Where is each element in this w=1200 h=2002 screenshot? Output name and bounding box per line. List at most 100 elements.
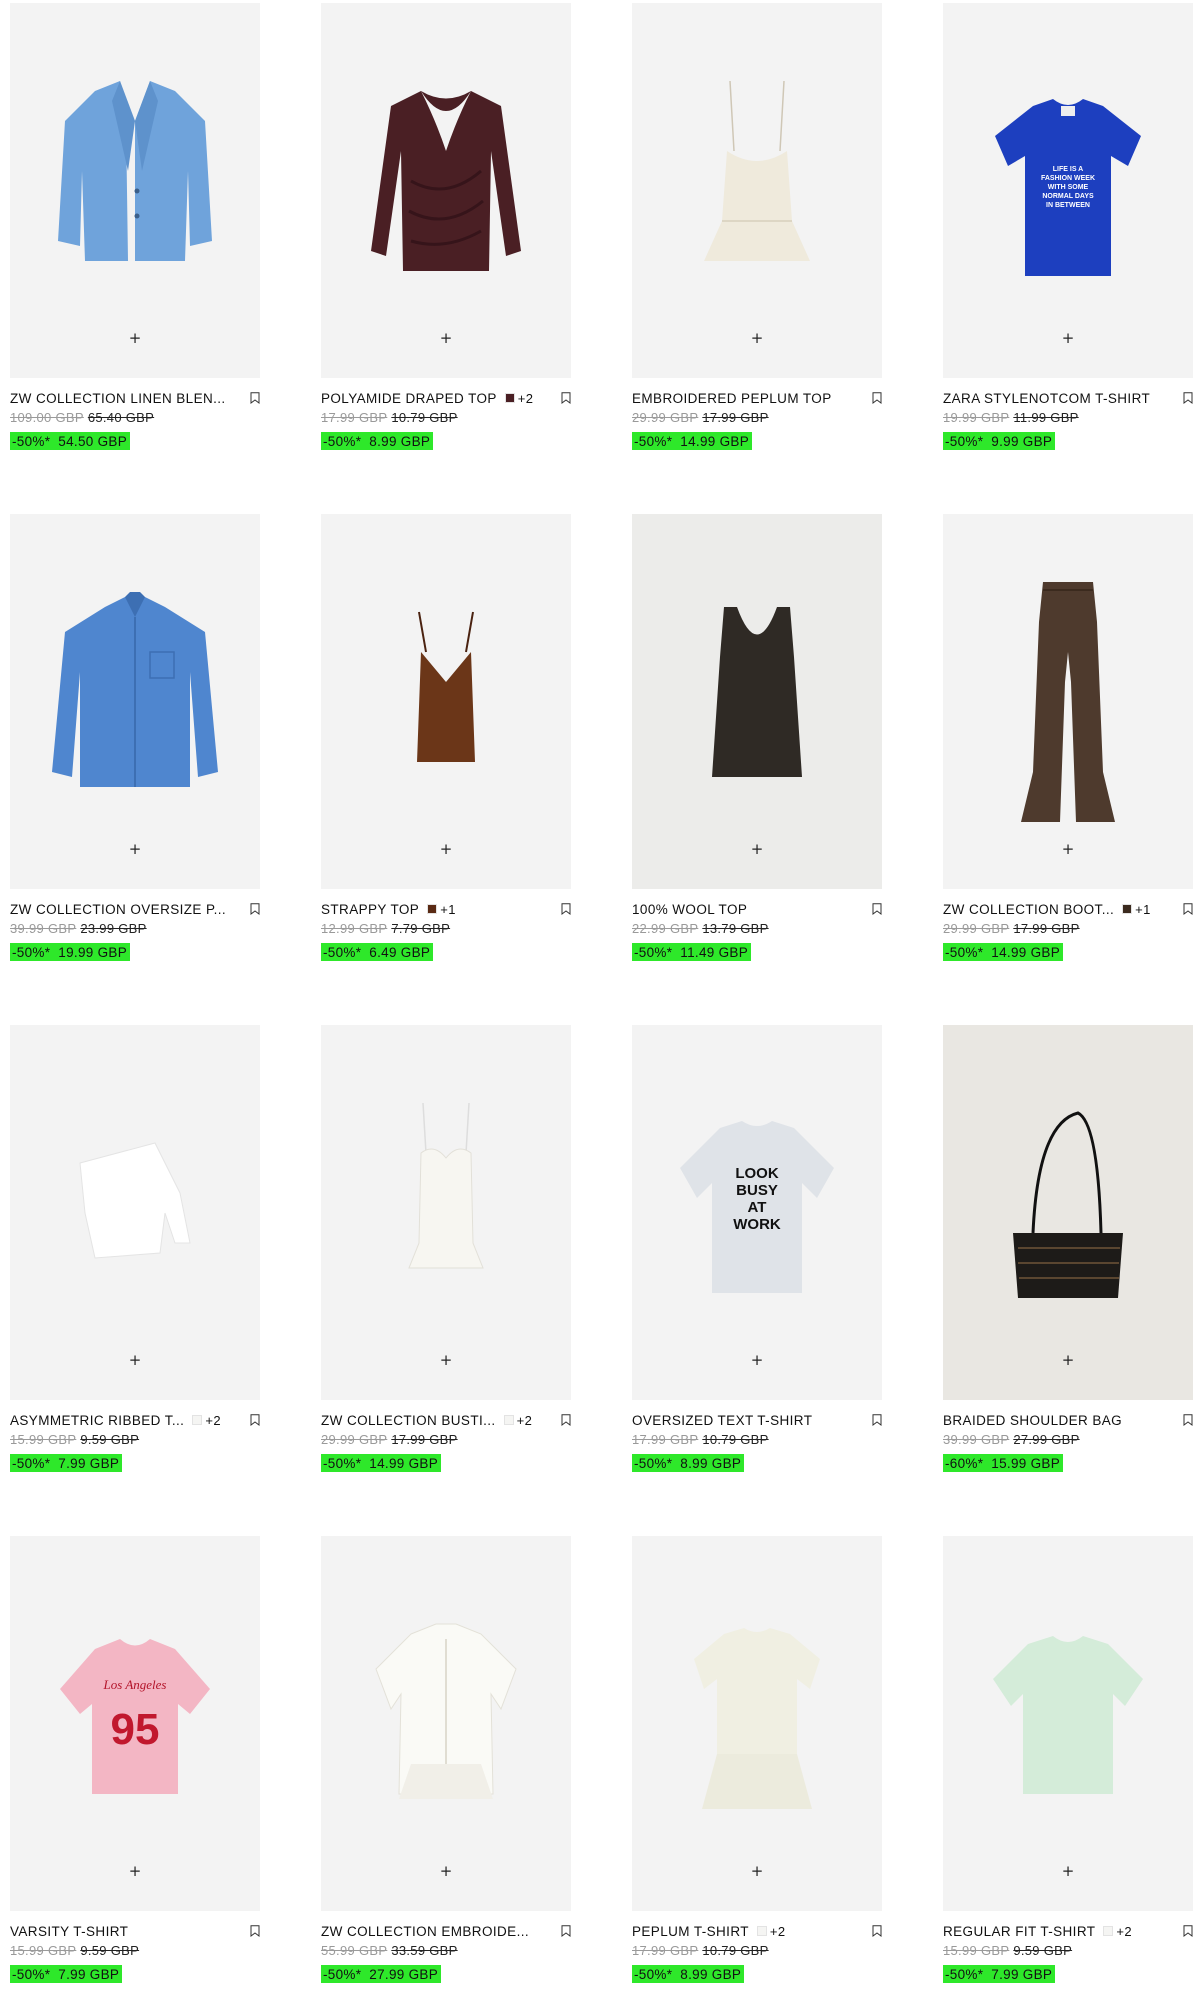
product-name[interactable]: STRAPPY TOP [321, 902, 419, 917]
product-card-15[interactable]: + PEPLUM T-SHIRT +2 17.99 GBP 10.79 GBP -… [632, 1536, 882, 1984]
product-name[interactable]: PEPLUM T-SHIRT [632, 1924, 749, 1939]
previous-price: 10.79 GBP [702, 1432, 769, 1447]
more-colors-count[interactable]: +2 [770, 1924, 786, 1939]
plus-icon[interactable]: + [1058, 1861, 1078, 1881]
plus-icon[interactable]: + [125, 1350, 145, 1370]
product-image[interactable]: + [10, 3, 260, 378]
color-swatch[interactable] [192, 1415, 203, 1425]
plus-icon[interactable]: + [747, 1350, 767, 1370]
color-swatch[interactable] [756, 1926, 767, 1936]
plus-icon[interactable]: + [125, 328, 145, 348]
product-image[interactable]: + [632, 514, 882, 889]
plus-icon[interactable]: + [436, 1350, 456, 1370]
product-name[interactable]: VARSITY T-SHIRT [10, 1924, 128, 1939]
product-card-11[interactable]: LOOK BUSY AT WORK + OVERSIZED TEXT T-SHIRT … [632, 1025, 882, 1473]
product-name[interactable]: OVERSIZED TEXT T-SHIRT [632, 1413, 812, 1428]
bookmark-icon[interactable] [561, 1414, 571, 1426]
plus-icon[interactable]: + [747, 328, 767, 348]
product-card-2[interactable]: + POLYAMIDE DRAPED TOP +2 17.99 GBP 10.79… [321, 3, 571, 451]
product-name[interactable]: ZARA STYLENOTCOM T-SHIRT [943, 391, 1150, 406]
product-image[interactable]: + [943, 1025, 1193, 1400]
color-swatch[interactable] [427, 904, 438, 914]
product-card-13[interactable]: Los Angeles 95 + VARSITY T-SHIRT 15.99 GB… [10, 1536, 260, 1984]
more-colors-count[interactable]: +2 [1116, 1924, 1132, 1939]
product-image[interactable]: + [10, 1025, 260, 1400]
product-name[interactable]: ZW COLLECTION BUSTI... [321, 1413, 496, 1428]
bookmark-icon[interactable] [1183, 1925, 1193, 1937]
product-name[interactable]: REGULAR FIT T-SHIRT [943, 1924, 1095, 1939]
bookmark-icon[interactable] [561, 903, 571, 915]
product-card-1[interactable]: + ZW COLLECTION LINEN BLEN... 109.00 GBP… [10, 3, 260, 451]
plus-icon[interactable]: + [436, 839, 456, 859]
bookmark-icon[interactable] [872, 903, 882, 915]
product-name[interactable]: ZW COLLECTION LINEN BLEN... [10, 391, 226, 406]
product-card-9[interactable]: + ASYMMETRIC RIBBED T... +2 15.99 GBP 9.5… [10, 1025, 260, 1473]
bookmark-icon[interactable] [1183, 392, 1193, 404]
product-name[interactable]: ASYMMETRIC RIBBED T... [10, 1413, 184, 1428]
bookmark-icon[interactable] [561, 392, 571, 404]
bookmark-icon[interactable] [250, 1925, 260, 1937]
previous-price: 9.59 GBP [80, 1432, 140, 1447]
bookmark-icon[interactable] [250, 392, 260, 404]
product-name[interactable]: 100% WOOL TOP [632, 902, 747, 917]
product-card-6[interactable]: + STRAPPY TOP +1 12.99 GBP 7.79 GBP -50%*… [321, 514, 571, 962]
product-image[interactable]: + [943, 514, 1193, 889]
product-image[interactable]: + [321, 1536, 571, 1911]
product-card-12[interactable]: + BRAIDED SHOULDER BAG 39.99 GBP 27.99 GB… [943, 1025, 1193, 1473]
plus-icon[interactable]: + [436, 328, 456, 348]
product-image[interactable]: + [10, 514, 260, 889]
plus-icon[interactable]: + [1058, 328, 1078, 348]
more-colors-count[interactable]: +2 [517, 1413, 533, 1428]
sale-badge: -50%* 7.99 GBP [10, 1965, 123, 1983]
product-name[interactable]: POLYAMIDE DRAPED TOP [321, 391, 497, 406]
product-card-16[interactable]: + REGULAR FIT T-SHIRT +2 15.99 GBP 9.59 G… [943, 1536, 1193, 1984]
product-image[interactable]: + [943, 1536, 1193, 1911]
color-swatch[interactable] [1122, 904, 1133, 914]
product-name[interactable]: EMBROIDERED PEPLUM TOP [632, 391, 832, 406]
product-image[interactable]: + [632, 3, 882, 378]
product-image[interactable]: + [321, 514, 571, 889]
plus-icon[interactable]: + [1058, 839, 1078, 859]
product-name[interactable]: ZW COLLECTION BOOT... [943, 902, 1114, 917]
color-swatch[interactable] [504, 393, 515, 403]
more-colors-count[interactable]: +2 [205, 1413, 221, 1428]
product-image[interactable]: + [321, 3, 571, 378]
color-swatch[interactable] [1103, 1926, 1114, 1936]
sale-badge: -50%* 54.50 GBP [10, 432, 131, 450]
product-card-10[interactable]: + ZW COLLECTION BUSTI... +2 29.99 GBP 17.… [321, 1025, 571, 1473]
product-name[interactable]: ZW COLLECTION OVERSIZE P... [10, 902, 226, 917]
product-card-7[interactable]: + 100% WOOL TOP 22.99 GBP 13.79 GBP -50%*… [632, 514, 882, 962]
bookmark-icon[interactable] [250, 1414, 260, 1426]
product-card-14[interactable]: + ZW COLLECTION EMBROIDE... 55.99 GBP 33.… [321, 1536, 571, 1984]
more-colors-count[interactable]: +2 [518, 391, 534, 406]
product-image[interactable]: + [632, 1536, 882, 1911]
product-image[interactable]: LIFE IS A FASHION WEEK WITH SOME NORMAL DAY… [943, 3, 1193, 378]
product-image[interactable]: + [321, 1025, 571, 1400]
bookmark-icon[interactable] [872, 1414, 882, 1426]
product-card-3[interactable]: + EMBROIDERED PEPLUM TOP 29.99 GBP 17.99 … [632, 3, 882, 451]
product-image[interactable]: Los Angeles 95 + [10, 1536, 260, 1911]
plus-icon[interactable]: + [436, 1861, 456, 1881]
bookmark-icon[interactable] [561, 1925, 571, 1937]
product-name[interactable]: ZW COLLECTION EMBROIDE... [321, 1924, 529, 1939]
plus-icon[interactable]: + [747, 839, 767, 859]
plus-icon[interactable]: + [125, 839, 145, 859]
bookmark-icon[interactable] [1183, 903, 1193, 915]
more-colors-count[interactable]: +1 [440, 902, 456, 917]
product-name[interactable]: BRAIDED SHOULDER BAG [943, 1413, 1122, 1428]
plus-icon[interactable]: + [1058, 1350, 1078, 1370]
product-image[interactable]: LOOK BUSY AT WORK + [632, 1025, 882, 1400]
product-card-8[interactable]: + ZW COLLECTION BOOT... +1 29.99 GBP 17.9… [943, 514, 1193, 962]
price-history: 19.99 GBP 11.99 GBP [943, 410, 1193, 425]
product-card-5[interactable]: + ZW COLLECTION OVERSIZE P... 39.99 GBP 2… [10, 514, 260, 962]
more-colors-count[interactable]: +1 [1135, 902, 1151, 917]
product-card-4[interactable]: LIFE IS A FASHION WEEK WITH SOME NORMAL DAY… [943, 3, 1193, 451]
bookmark-icon[interactable] [872, 1925, 882, 1937]
plus-icon[interactable]: + [125, 1861, 145, 1881]
price-history: 17.99 GBP 10.79 GBP [321, 410, 571, 425]
plus-icon[interactable]: + [747, 1861, 767, 1881]
bookmark-icon[interactable] [1183, 1414, 1193, 1426]
bookmark-icon[interactable] [250, 903, 260, 915]
bookmark-icon[interactable] [872, 392, 882, 404]
color-swatch[interactable] [503, 1415, 514, 1425]
